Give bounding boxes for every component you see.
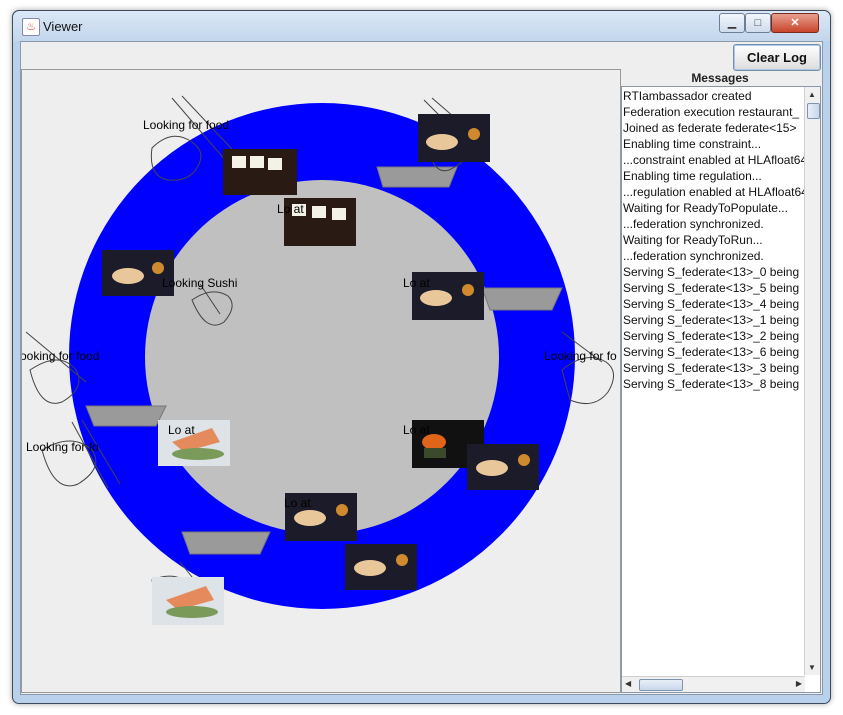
message-line: Enabling time constraint... (623, 137, 762, 151)
message-line: Joined as federate federate<15> (623, 121, 797, 135)
restaurant-canvas: Looking for food Lo at Looking Sushi Lo … (21, 69, 621, 693)
message-line: ...federation synchronized. (623, 249, 764, 263)
boat (181, 531, 271, 555)
boat (481, 287, 563, 311)
message-line: Serving S_federate<13>_0 being (623, 265, 800, 279)
message-line: Serving S_federate<13>_8 being (623, 377, 800, 391)
message-line: Serving S_federate<13>_6 being (623, 345, 800, 359)
customer-label: Lo at (277, 202, 304, 216)
message-line: Serving S_federate<13>_2 being (623, 329, 800, 343)
customer-label: Lo at (403, 423, 430, 437)
scroll-down-arrow-icon[interactable]: ▼ (808, 663, 816, 672)
boat (85, 405, 167, 427)
close-button[interactable]: ✕ (771, 13, 819, 33)
vertical-scroll-thumb[interactable] (807, 103, 820, 119)
window-title: Viewer (43, 19, 83, 34)
message-line: Enabling time regulation... (623, 169, 762, 183)
horizontal-scrollbar[interactable]: ◀ ▶ (622, 676, 805, 692)
vertical-scrollbar[interactable]: ▲ ▼ (804, 87, 820, 675)
scroll-left-arrow-icon[interactable]: ◀ (625, 679, 631, 688)
sushi-roll-plate (223, 149, 297, 195)
message-line: Federation execution restaurant_ (623, 105, 800, 119)
boat (376, 166, 458, 188)
client-area: Clear Log Looking for food Lo at Looking… (20, 41, 823, 695)
minimize-button[interactable]: ▁ (719, 13, 745, 33)
customer-label: Looking for fo (26, 440, 99, 454)
message-list[interactable]: RTIambassador created Federation executio… (623, 88, 804, 674)
customer-label: ooking for food (22, 349, 99, 363)
maximize-button[interactable]: □ (745, 13, 771, 33)
message-line: Serving S_federate<13>_1 being (623, 313, 800, 327)
customer-label: Lo at (403, 276, 430, 290)
viewer-window: ♨ Viewer ▁ □ ✕ Clear Log Looking for foo… (12, 10, 831, 704)
message-line: Serving S_federate<13>_5 being (623, 281, 800, 295)
java-app-icon: ♨ (22, 18, 40, 36)
customer-label: Looking Sushi (162, 276, 237, 290)
message-line: Waiting for ReadyToPopulate... (623, 201, 788, 215)
customer-label: Lo at (168, 423, 195, 437)
message-line: ...federation synchronized. (623, 217, 764, 231)
message-line: ...regulation enabled at HLAfloat64 (623, 185, 804, 199)
customer-label: Looking for fo (544, 349, 617, 363)
clear-log-button[interactable]: Clear Log (733, 44, 821, 71)
messages-panel[interactable]: RTIambassador created Federation executio… (621, 86, 821, 693)
horizontal-scroll-thumb[interactable] (639, 679, 683, 691)
title-bar[interactable]: ♨ Viewer ▁ □ ✕ (13, 11, 830, 41)
scroll-right-arrow-icon[interactable]: ▶ (796, 679, 802, 688)
customer-label: Looking for food (143, 118, 229, 132)
message-line: ...constraint enabled at HLAfloat64 (623, 153, 804, 167)
message-line: Serving S_federate<13>_3 being (623, 361, 800, 375)
messages-title: Messages (691, 71, 749, 85)
message-line: Serving S_federate<13>_4 being (623, 297, 800, 311)
restaurant-scene: Looking for food Lo at Looking Sushi Lo … (22, 95, 617, 625)
message-line: Waiting for ReadyToRun... (623, 233, 763, 247)
customer-label: Lo at (284, 496, 311, 510)
message-line: RTIambassador created (623, 89, 752, 103)
scroll-up-arrow-icon[interactable]: ▲ (808, 90, 816, 99)
